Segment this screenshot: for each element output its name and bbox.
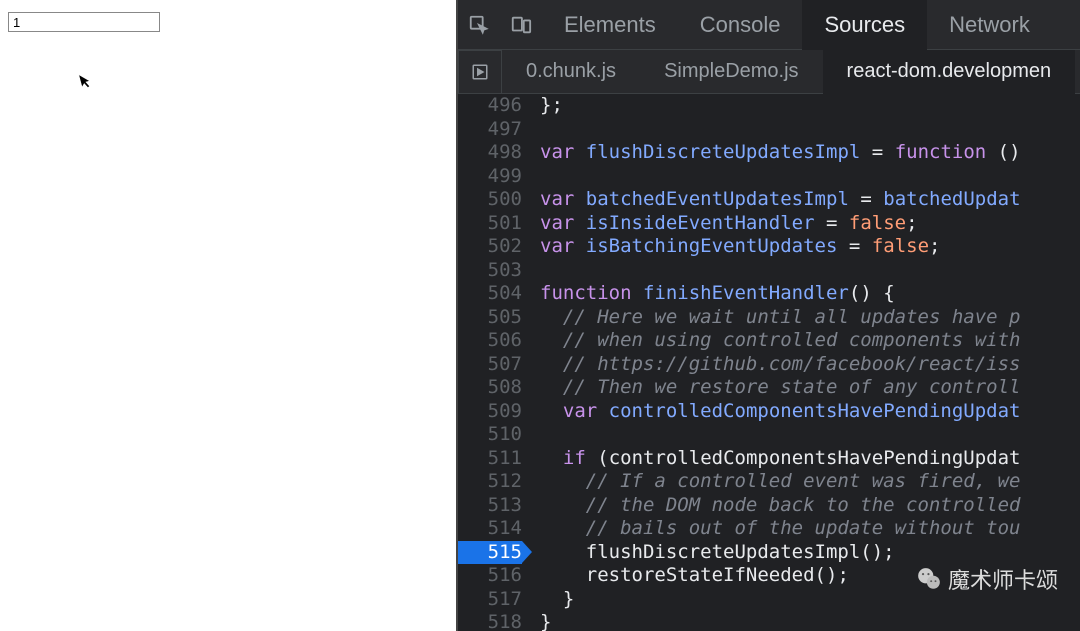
code-line[interactable]: // Here we wait until all updates have p — [536, 306, 1080, 330]
code-line[interactable]: // Then we restore state of any controll — [536, 376, 1080, 400]
inspect-element-icon[interactable] — [458, 0, 500, 50]
line-number[interactable]: 513 — [458, 494, 522, 518]
line-number[interactable]: 501 — [458, 212, 522, 236]
code-line[interactable]: var flushDiscreteUpdatesImpl = function … — [536, 141, 1080, 165]
line-number[interactable]: 504 — [458, 282, 522, 306]
code-line[interactable]: // when using controlled components with — [536, 329, 1080, 353]
line-number[interactable]: 503 — [458, 259, 522, 283]
code-line[interactable]: flushDiscreteUpdatesImpl(); — [536, 541, 1080, 565]
line-number[interactable]: 497 — [458, 118, 522, 142]
code-line[interactable]: var isBatchingEventUpdates = false; — [536, 235, 1080, 259]
line-number[interactable]: 500 — [458, 188, 522, 212]
demo-text-input[interactable] — [8, 12, 160, 32]
code-line[interactable]: restoreStateIfNeeded(); — [536, 564, 1080, 588]
code-line[interactable]: // bails out of the update without tou — [536, 517, 1080, 541]
code-line[interactable] — [536, 118, 1080, 142]
code-content[interactable]: }; var flushDiscreteUpdatesImpl = functi… — [536, 94, 1080, 631]
code-line[interactable]: var controlledComponentsHavePendingUpdat — [536, 400, 1080, 424]
line-number[interactable]: 518 — [458, 611, 522, 631]
code-line[interactable]: var isInsideEventHandler = false; — [536, 212, 1080, 236]
line-number[interactable]: 507 — [458, 353, 522, 377]
file-tab-simpledemo[interactable]: SimpleDemo.js — [640, 50, 822, 94]
line-number[interactable]: 499 — [458, 165, 522, 189]
code-line[interactable]: function finishEventHandler() { — [536, 282, 1080, 306]
line-number[interactable]: 508 — [458, 376, 522, 400]
line-number-gutter[interactable]: 4964974984995005015025035045055065075085… — [458, 94, 536, 631]
code-line[interactable] — [536, 259, 1080, 283]
line-number[interactable]: 509 — [458, 400, 522, 424]
tab-sources[interactable]: Sources — [802, 0, 927, 50]
line-number[interactable]: 511 — [458, 447, 522, 471]
code-line[interactable] — [536, 165, 1080, 189]
line-number[interactable]: 512 — [458, 470, 522, 494]
mouse-cursor-icon — [77, 71, 94, 94]
tab-network[interactable]: Network — [927, 0, 1052, 50]
devtools-main-tabs: Elements Console Sources Network — [458, 0, 1080, 50]
tab-console[interactable]: Console — [678, 0, 803, 50]
code-line[interactable]: // https://github.com/facebook/react/iss — [536, 353, 1080, 377]
device-toolbar-icon[interactable] — [500, 0, 542, 50]
code-line[interactable]: } — [536, 588, 1080, 612]
code-line[interactable]: } — [536, 611, 1080, 631]
source-code-viewer[interactable]: 4964974984995005015025035045055065075085… — [458, 94, 1080, 631]
line-number[interactable]: 496 — [458, 94, 522, 118]
tab-elements[interactable]: Elements — [542, 0, 678, 50]
file-tab-0chunk[interactable]: 0.chunk.js — [502, 50, 640, 94]
line-number[interactable]: 505 — [458, 306, 522, 330]
line-number[interactable]: 502 — [458, 235, 522, 259]
line-number[interactable]: 517 — [458, 588, 522, 612]
devtools-panel: Elements Console Sources Network 0.chunk… — [458, 0, 1080, 631]
file-tab-reactdom[interactable]: react-dom.developmen — [823, 50, 1076, 94]
code-line[interactable]: // If a controlled event was fired, we — [536, 470, 1080, 494]
line-number[interactable]: 510 — [458, 423, 522, 447]
line-number[interactable]: 506 — [458, 329, 522, 353]
code-line[interactable]: // the DOM node back to the controlled — [536, 494, 1080, 518]
source-file-tabs: 0.chunk.js SimpleDemo.js react-dom.devel… — [458, 50, 1080, 94]
run-snippet-icon[interactable] — [458, 50, 502, 94]
code-line[interactable]: if (controlledComponentsHavePendingUpdat — [536, 447, 1080, 471]
page-body[interactable] — [0, 0, 458, 631]
code-line[interactable]: var batchedEventUpdatesImpl = batchedUpd… — [536, 188, 1080, 212]
line-number[interactable]: 514 — [458, 517, 522, 541]
line-number[interactable]: 516 — [458, 564, 522, 588]
code-line[interactable] — [536, 423, 1080, 447]
code-line[interactable]: }; — [536, 94, 1080, 118]
line-number[interactable]: 515 — [458, 541, 522, 565]
line-number[interactable]: 498 — [458, 141, 522, 165]
